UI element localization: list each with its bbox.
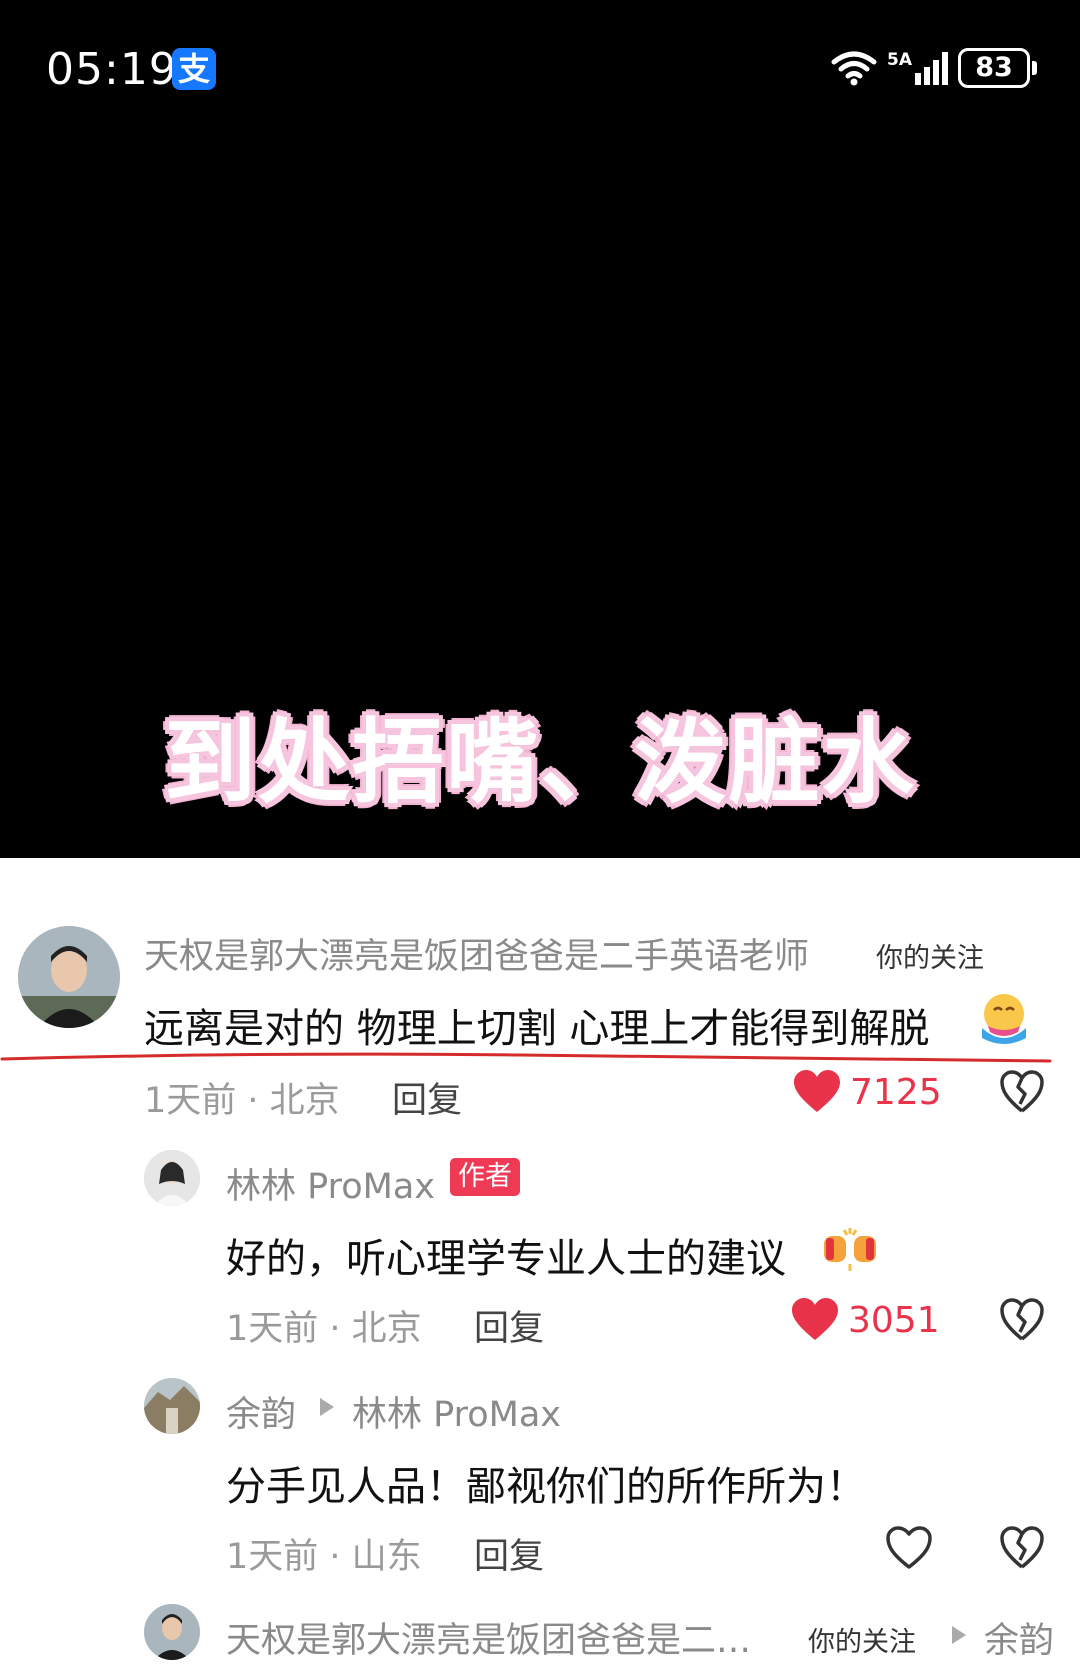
reply-button[interactable]: 回复 [474, 1300, 544, 1351]
comment-time-location: 1天前 · 北京 [226, 1309, 422, 1349]
reply-arrow-icon [320, 1398, 334, 1416]
status-indicators: 5A 83 [831, 46, 1037, 90]
status-time: 05:19 [46, 44, 178, 95]
comment-time-location: 1天前 · 北京 [144, 1081, 340, 1121]
comment-username[interactable]: 天权是郭大漂亮是饭团爸爸是二… [226, 1612, 751, 1663]
like-count: 3051 [848, 1300, 940, 1341]
reply-button[interactable]: 回复 [474, 1528, 544, 1579]
comment-text: 远离是对的 物理上切割 心理上才能得到解脱 [144, 1006, 930, 1052]
heart-filled-icon[interactable] [792, 1298, 838, 1342]
red-underline-annotation [0, 1052, 1052, 1063]
author-badge: 作者 [450, 1158, 520, 1196]
like-count: 7125 [850, 1072, 942, 1113]
comment-text: 好的，听心理学专业人士的建议 [226, 1236, 786, 1282]
hug-face-emoji [982, 994, 1026, 1044]
avatar[interactable] [18, 926, 120, 1028]
reply-button[interactable]: 回复 [392, 1072, 462, 1123]
comment-text: 分手见人品！鄙视你们的所作所为！ [226, 1464, 866, 1510]
fist-bump-emoji [824, 1228, 876, 1271]
dislike-broken-heart-icon[interactable] [1000, 1298, 1044, 1342]
alipay-icon: 支 [172, 48, 216, 90]
avatar[interactable] [144, 1150, 200, 1206]
dislike-broken-heart-icon[interactable] [1000, 1070, 1044, 1114]
video-subtitle: 到处捂嘴、泼脏水 [162, 707, 916, 818]
battery-indicator: 83 [958, 48, 1037, 88]
reply-to-username[interactable]: 余韵 [984, 1612, 1080, 1663]
avatar[interactable] [144, 1378, 200, 1434]
following-tag: 你的关注 [876, 943, 984, 974]
heart-outline-icon[interactable] [886, 1526, 932, 1570]
comment-username[interactable]: 余韵 [226, 1386, 296, 1437]
reply-arrow-icon [952, 1626, 966, 1644]
video-player[interactable]: 05:19 支 5A 83 到处捂嘴、泼脏水 [0, 0, 1080, 858]
following-tag: 你的关注 [808, 1627, 916, 1658]
avatar[interactable] [144, 1604, 200, 1660]
dislike-broken-heart-icon[interactable] [1000, 1526, 1044, 1570]
comment-time-location: 1天前 · 山东 [226, 1537, 422, 1577]
reply-to-username[interactable]: 林林 ProMax [352, 1386, 561, 1437]
comment-username[interactable]: 林林 ProMax [226, 1158, 435, 1209]
wifi-icon [831, 51, 877, 86]
comment-username[interactable]: 天权是郭大漂亮是饭团爸爸是二手英语老师 [144, 928, 809, 979]
heart-filled-icon[interactable] [794, 1070, 840, 1114]
cell-signal-icon: 5A [887, 51, 948, 85]
